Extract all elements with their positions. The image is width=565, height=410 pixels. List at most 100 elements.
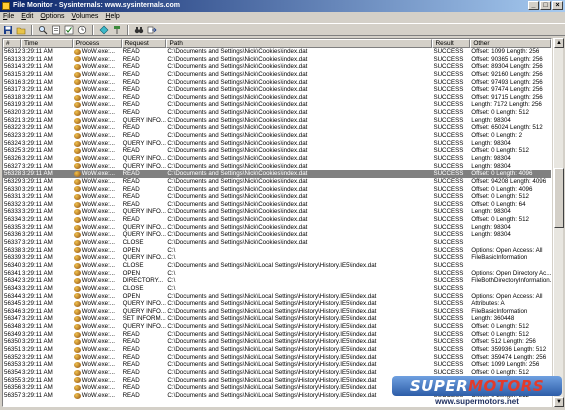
table-row[interactable]: 56313 3:29:11 AM WoW.exe:... READ C:\Documen… bbox=[3, 56, 551, 64]
cell-process: WoW.exe:... bbox=[73, 231, 122, 239]
table-row[interactable]: 56322 3:29:11 AM WoW.exe:... READ C:\Documen… bbox=[3, 124, 551, 132]
process-icon bbox=[73, 71, 81, 78]
maximize-button[interactable]: □ bbox=[540, 1, 551, 10]
cell-other: Offset: 0 Length: 4096 bbox=[471, 170, 533, 178]
table-row[interactable]: 56341 3:29:11 AM WoW.exe:... OPEN C:\ SUCCESS… bbox=[3, 270, 551, 278]
cell-path: C:\Documents and Settings\Nick\Cookies\i… bbox=[167, 70, 308, 78]
cell-path: C:\ bbox=[167, 277, 176, 285]
table-row[interactable]: 56321 3:29:11 AM WoW.exe:... QUERY INFO... C… bbox=[3, 117, 551, 125]
cell-process: WoW.exe:... bbox=[73, 346, 122, 354]
table-row[interactable]: 56326 3:29:11 AM WoW.exe:... QUERY INFO... C… bbox=[3, 155, 551, 163]
menu-bar: File Edit Options Volumes Help bbox=[0, 12, 565, 22]
column-header-process[interactable]: Process bbox=[72, 39, 122, 48]
cell-request: READ bbox=[122, 147, 140, 155]
process-label: WoW.exe:... bbox=[81, 338, 115, 346]
table-row[interactable]: 56333 3:29:11 AM WoW.exe:... QUERY INFO... C… bbox=[3, 208, 551, 216]
cell-num: 56315 bbox=[4, 70, 21, 78]
table-row[interactable]: 56329 3:29:11 AM WoW.exe:... READ C:\Documen… bbox=[3, 178, 551, 186]
table-row[interactable]: 56339 3:29:11 AM WoW.exe:... QUERY INFO... C… bbox=[3, 254, 551, 262]
cell-request: OPEN bbox=[122, 269, 141, 277]
cell-process: WoW.exe:... bbox=[73, 132, 122, 140]
scroll-thumb[interactable] bbox=[554, 168, 564, 228]
cell-request: READ bbox=[122, 376, 140, 384]
menu-edit[interactable]: Edit bbox=[21, 12, 33, 22]
table-row[interactable]: 56351 3:29:11 AM WoW.exe:... READ C:\Documen… bbox=[3, 346, 551, 354]
close-button[interactable]: × bbox=[552, 1, 563, 10]
menu-help[interactable]: Help bbox=[105, 12, 119, 22]
vertical-scrollbar[interactable]: ▲ ▼ bbox=[553, 38, 564, 407]
column-header-other[interactable]: Other bbox=[470, 39, 551, 48]
table-row[interactable]: 56353 3:29:11 AM WoW.exe:... READ C:\Documen… bbox=[3, 361, 551, 369]
cell-result: SUCCESS bbox=[433, 315, 464, 323]
cell-time: 3:29:11 AM bbox=[21, 101, 53, 109]
properties-icon[interactable] bbox=[51, 25, 61, 35]
filter-icon[interactable] bbox=[64, 25, 74, 35]
clock-icon[interactable] bbox=[77, 25, 87, 35]
table-row[interactable]: 56344 3:29:11 AM WoW.exe:... OPEN C:\Documen… bbox=[3, 293, 551, 301]
magnifier-icon[interactable] bbox=[38, 25, 48, 35]
table-row[interactable]: 56340 3:29:11 AM WoW.exe:... CLOSE C:\Docume… bbox=[3, 262, 551, 270]
process-icon bbox=[73, 255, 81, 262]
table-row[interactable]: 56317 3:29:11 AM WoW.exe:... READ C:\Documen… bbox=[3, 86, 551, 94]
table-row[interactable]: 56328 3:29:11 AM WoW.exe:... READ C:\Documen… bbox=[3, 170, 551, 178]
cell-result: SUCCESS bbox=[433, 338, 464, 346]
table-row[interactable]: 56350 3:29:11 AM WoW.exe:... READ C:\Documen… bbox=[3, 338, 551, 346]
table-row[interactable]: 56343 3:29:11 AM WoW.exe:... CLOSE C:\ SUCCES… bbox=[3, 285, 551, 293]
table-row[interactable]: 56347 3:29:11 AM WoW.exe:... SET INFORM... C… bbox=[3, 315, 551, 323]
cell-path: C:\Documents and Settings\Nick\Cookies\i… bbox=[167, 124, 308, 132]
cell-num: 56330 bbox=[4, 185, 21, 193]
highlight-icon[interactable] bbox=[99, 25, 109, 35]
menu-file[interactable]: File bbox=[3, 12, 14, 22]
cell-result: SUCCESS bbox=[433, 101, 464, 109]
table-row[interactable]: 56334 3:29:11 AM WoW.exe:... READ C:\Documen… bbox=[3, 216, 551, 224]
cell-other: Options: Open Access: All bbox=[471, 292, 543, 300]
cell-result: SUCCESS bbox=[433, 154, 464, 162]
cell-path: C:\Documents and Settings\Nick\Cookies\i… bbox=[167, 101, 308, 109]
menu-volumes[interactable]: Volumes bbox=[72, 12, 99, 22]
cell-result: SUCCESS bbox=[433, 70, 464, 78]
column-header-time[interactable]: Time bbox=[20, 39, 73, 48]
cell-path: C:\Documents and Settings\Nick\Cookies\i… bbox=[167, 55, 308, 63]
menu-options[interactable]: Options bbox=[40, 12, 64, 22]
table-row[interactable]: 56319 3:29:11 AM WoW.exe:... READ C:\Documen… bbox=[3, 101, 551, 109]
table-row[interactable]: 56325 3:29:11 AM WoW.exe:... READ C:\Documen… bbox=[3, 147, 551, 155]
column-header-result[interactable]: Result bbox=[432, 39, 471, 48]
table-row[interactable]: 56318 3:29:11 AM WoW.exe:... READ C:\Documen… bbox=[3, 94, 551, 102]
table-row[interactable]: 56336 3:29:11 AM WoW.exe:... QUERY INFO... C… bbox=[3, 231, 551, 239]
jump-icon[interactable] bbox=[147, 25, 157, 35]
scroll-up-button[interactable]: ▲ bbox=[554, 38, 564, 48]
table-row[interactable]: 56345 3:29:11 AM WoW.exe:... QUERY INFO... C… bbox=[3, 300, 551, 308]
process-label: WoW.exe:... bbox=[81, 109, 115, 117]
table-row[interactable]: 56314 3:29:11 AM WoW.exe:... READ C:\Documen… bbox=[3, 63, 551, 71]
table-row[interactable]: 56346 3:29:11 AM WoW.exe:... QUERY INFO... C… bbox=[3, 308, 551, 316]
table-row[interactable]: 56349 3:29:11 AM WoW.exe:... READ C:\Documen… bbox=[3, 331, 551, 339]
app-icon bbox=[2, 2, 10, 10]
table-row[interactable]: 56316 3:29:11 AM WoW.exe:... READ C:\Documen… bbox=[3, 79, 551, 87]
event-list[interactable]: # Time Process Request Path Result Other… bbox=[2, 38, 552, 407]
pin-icon[interactable] bbox=[112, 25, 122, 35]
table-row[interactable]: 56331 3:29:11 AM WoW.exe:... READ C:\Documen… bbox=[3, 193, 551, 201]
table-row[interactable]: 56324 3:29:11 AM WoW.exe:... QUERY INFO... C… bbox=[3, 140, 551, 148]
table-row[interactable]: 56352 3:29:11 AM WoW.exe:... READ C:\Documen… bbox=[3, 354, 551, 362]
save-icon[interactable] bbox=[3, 25, 13, 35]
table-row[interactable]: 56348 3:29:11 AM WoW.exe:... QUERY INFO... C… bbox=[3, 323, 551, 331]
table-row[interactable]: 56337 3:29:11 AM WoW.exe:... CLOSE C:\Docume… bbox=[3, 239, 551, 247]
table-row[interactable]: 56327 3:29:11 AM WoW.exe:... QUERY INFO... C… bbox=[3, 163, 551, 171]
table-row[interactable]: 56320 3:29:11 AM WoW.exe:... READ C:\Documen… bbox=[3, 109, 551, 117]
table-row[interactable]: 56342 3:29:11 AM WoW.exe:... DIRECTORY... C:… bbox=[3, 277, 551, 285]
column-header-num[interactable]: # bbox=[3, 39, 21, 48]
table-row[interactable]: 56315 3:29:11 AM WoW.exe:... READ C:\Documen… bbox=[3, 71, 551, 79]
column-header-path[interactable]: Path bbox=[166, 39, 433, 48]
process-icon bbox=[73, 186, 81, 193]
table-row[interactable]: 56330 3:29:11 AM WoW.exe:... READ C:\Documen… bbox=[3, 186, 551, 194]
table-row[interactable]: 56323 3:29:11 AM WoW.exe:... READ C:\Documen… bbox=[3, 132, 551, 140]
table-row[interactable]: 56335 3:29:11 AM WoW.exe:... QUERY INFO... C… bbox=[3, 224, 551, 232]
column-header-request[interactable]: Request bbox=[121, 39, 167, 48]
table-row[interactable]: 56338 3:29:11 AM WoW.exe:... OPEN C:\ SUCCESS… bbox=[3, 247, 551, 255]
table-row[interactable]: 56312 3:29:11 AM WoW.exe:... READ C:\Documen… bbox=[3, 48, 551, 56]
table-row[interactable]: 56332 3:29:11 AM WoW.exe:... READ C:\Documen… bbox=[3, 201, 551, 209]
open-icon[interactable] bbox=[16, 25, 26, 35]
minimize-button[interactable]: _ bbox=[528, 1, 539, 10]
process-icon bbox=[73, 316, 81, 323]
binoculars-icon[interactable] bbox=[134, 25, 144, 35]
